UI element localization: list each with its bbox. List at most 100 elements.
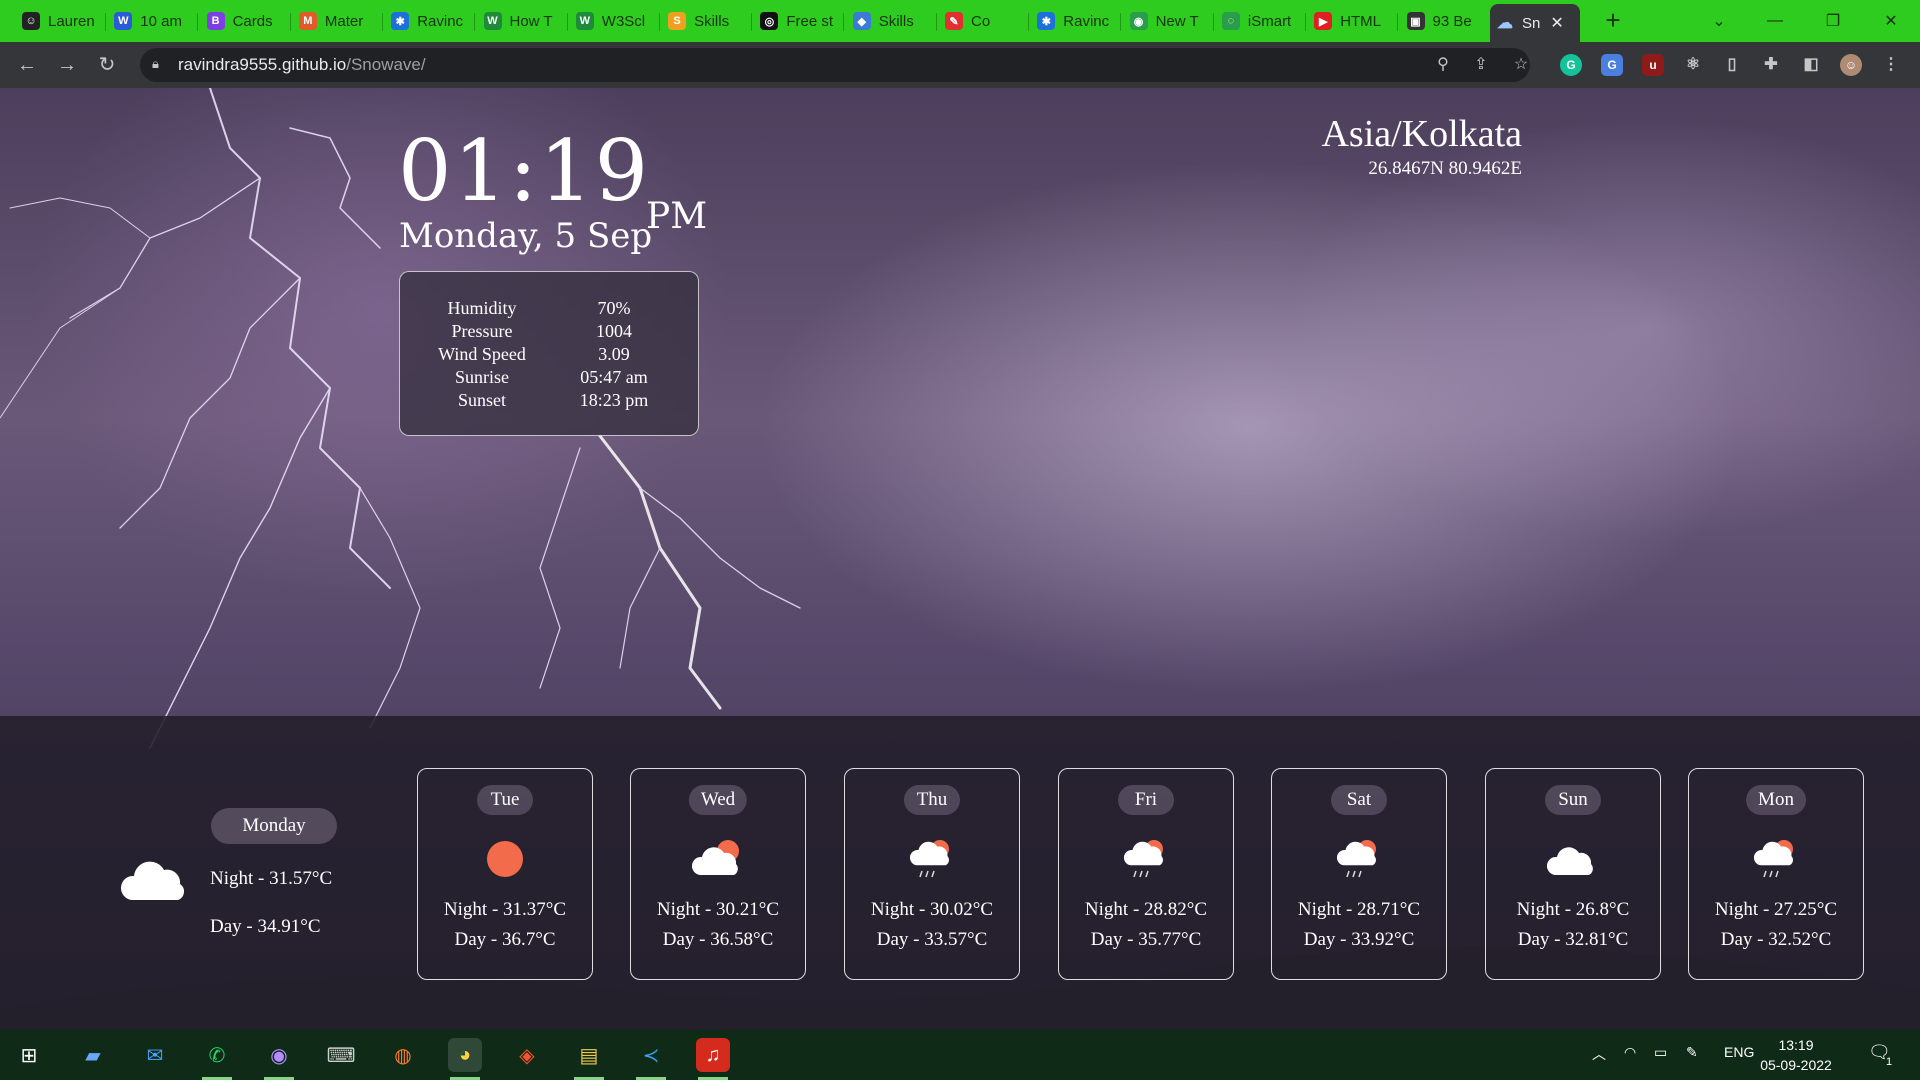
rain-sun-icon [1750,837,1802,886]
tab-9[interactable]: ◆ Skills [847,4,937,38]
tab-label: Skills [694,12,730,30]
forecast-day-temp: Day - 33.57°C [876,929,988,950]
tab-4[interactable]: ✱ Ravinc [385,4,476,38]
windows-start-icon[interactable]: ⊞ [12,1038,46,1072]
detail-label: Wind Speed [438,344,526,364]
forecast-day-temp: Day - 36.7°C [454,929,556,950]
restore-button[interactable]: ❐ [1806,0,1860,42]
pen-icon[interactable]: ✎ [1686,1044,1698,1061]
forecast-night-temp: Night - 27.25°C [1714,899,1838,920]
grammarly-extension-icon[interactable]: G [1560,54,1582,76]
tab-search-icon[interactable]: ⌄ [1692,0,1746,42]
lock-icon[interactable]: 🔒︎ [152,56,159,72]
system-clock[interactable]: 13:19 05-09-2022 [1756,1035,1836,1075]
acrobat-app-icon[interactable]: ♫ [696,1038,730,1080]
url-text[interactable]: ravindra9555.github.io/Snowave/ [178,55,426,75]
file-explorer-icon[interactable]: ▤ [572,1038,606,1080]
notification-count: 1 [1886,1056,1893,1068]
mail-app-icon[interactable]: ✉ [138,1038,172,1072]
tray-chevron-icon[interactable]: ︿ [1592,1044,1606,1064]
forecast-card-thu: Thu Night - 30.02°C Day - 33.57°C [844,768,1020,980]
brave-app-icon[interactable]: ◈ [510,1038,544,1072]
whatsapp-app-icon[interactable]: ✆ [200,1038,234,1080]
device-toggle-icon[interactable]: ▯ [1721,54,1743,76]
detail-row: Sunrise 05:47 am [400,367,698,390]
profile-avatar[interactable]: ☺ [1840,54,1862,76]
tab-label: HTML [1340,12,1382,30]
tab-close-icon[interactable]: ✕ [1550,13,1563,33]
tab-2[interactable]: B Cards [201,4,291,38]
battery-icon[interactable]: ▭ [1654,1044,1667,1061]
wifi-icon[interactable]: ◠ [1624,1044,1636,1061]
tab-11[interactable]: ✱ Ravinc [1031,4,1122,38]
tab-label: iSmart [1247,12,1292,30]
forecast-night-temp: Night - 28.82°C [1084,899,1208,920]
terminal-app-icon[interactable]: ▰ [76,1038,110,1072]
extensions-puzzle-icon[interactable]: ✚ [1760,54,1782,76]
weather-page: 01:19 PM Monday, 5 Sep Humidity 70% Pressu… [0,88,1920,1030]
tab-6[interactable]: W W3Scl [570,4,660,38]
tab-separator [381,13,383,31]
detail-row: Humidity 70% [400,298,698,321]
browser-toolbar: ← → ↻ 🔒︎ ravindra9555.github.io/Snowave/… [0,42,1920,88]
tab-favicon-icon: ◉ [1129,12,1148,30]
tab-12[interactable]: ◉ New T [1124,4,1214,38]
tab-14[interactable]: ▶ HTML [1308,4,1399,38]
forecast-night-temp: Night - 28.71°C [1297,899,1421,920]
command-prompt-icon[interactable]: ⌨ [324,1038,358,1072]
tab-favicon-icon: M [298,12,317,30]
cloud-icon [118,856,190,911]
tab-0[interactable]: ☺ Lauren [16,4,106,38]
tab-1[interactable]: W 10 am [108,4,199,38]
tab-3[interactable]: M Mater [293,4,383,38]
reload-icon[interactable]: ↻ [94,52,120,78]
back-arrow-icon[interactable]: ← [14,52,40,78]
today-night-temp: Night - 31.57°C [210,868,333,889]
share-icon[interactable]: ⇪ [1470,54,1492,76]
tab-label: Skills [878,12,914,30]
language-indicator[interactable]: ENG [1724,1044,1754,1060]
tab-label: Ravinc [1063,12,1110,30]
minimize-button[interactable]: — [1748,0,1802,42]
tab-favicon-icon: ▣ [1406,12,1425,30]
tab-active[interactable]: ☁ Sn ✕ [1490,4,1580,42]
today-day-label: Monday [211,808,337,844]
forecast-day-temp: Day - 32.52°C [1720,929,1832,950]
tab-separator [289,13,291,31]
ublock-extension-icon[interactable]: u [1642,54,1664,76]
forecast-night-temp: Night - 30.02°C [870,899,994,920]
tab-10[interactable]: ✎ Co [939,4,1029,38]
close-window-button[interactable]: ✕ [1864,0,1918,42]
location-pin-icon[interactable]: ⚲ [1432,54,1454,76]
github-app-icon[interactable]: ◉ [262,1038,296,1080]
rain-sun-icon [906,837,958,886]
system-time: 13:19 [1778,1037,1814,1053]
firefox-app-icon[interactable]: ◍ [386,1038,420,1072]
tab-5[interactable]: W How T [478,4,568,38]
tab-separator [843,13,845,31]
vscode-app-icon[interactable]: ≺ [634,1038,668,1080]
tab-label: Lauren [48,12,95,30]
tab-favicon-icon: W [483,12,502,30]
location-block: Asia/Kolkata 26.8467N 80.9462E [1321,112,1522,180]
bookmark-star-icon[interactable]: ☆ [1510,54,1532,76]
tab-favicon-icon: ✱ [1037,12,1056,30]
tab-8[interactable]: ◎ Free st [754,4,845,38]
new-tab-button[interactable]: + [1598,6,1628,36]
tab-separator [658,13,660,31]
tab-favicon-icon: W [575,12,594,30]
address-bar[interactable]: 🔒︎ ravindra9555.github.io/Snowave/ ⚲ ⇪ ☆ [140,48,1530,82]
forward-arrow-icon[interactable]: → [54,52,80,78]
tab-7[interactable]: S Skills [662,4,753,38]
rain-sun-icon [1333,837,1385,886]
forecast-day-label: Tue [477,785,533,815]
side-panel-icon[interactable]: ◧ [1800,54,1822,76]
tab-label: New T [1155,12,1199,30]
translate-extension-icon[interactable]: G [1601,54,1623,76]
tab-15[interactable]: ▣ 93 Be [1401,4,1491,38]
chrome-app-icon[interactable]: ◕ [448,1038,482,1080]
menu-kebab-icon[interactable]: ⋮ [1880,54,1902,76]
tab-13[interactable]: ◌ iSmart [1216,4,1306,38]
react-devtools-icon[interactable]: ⚛ [1682,54,1704,76]
coordinates-label: 26.8467N 80.9462E [1368,158,1522,179]
